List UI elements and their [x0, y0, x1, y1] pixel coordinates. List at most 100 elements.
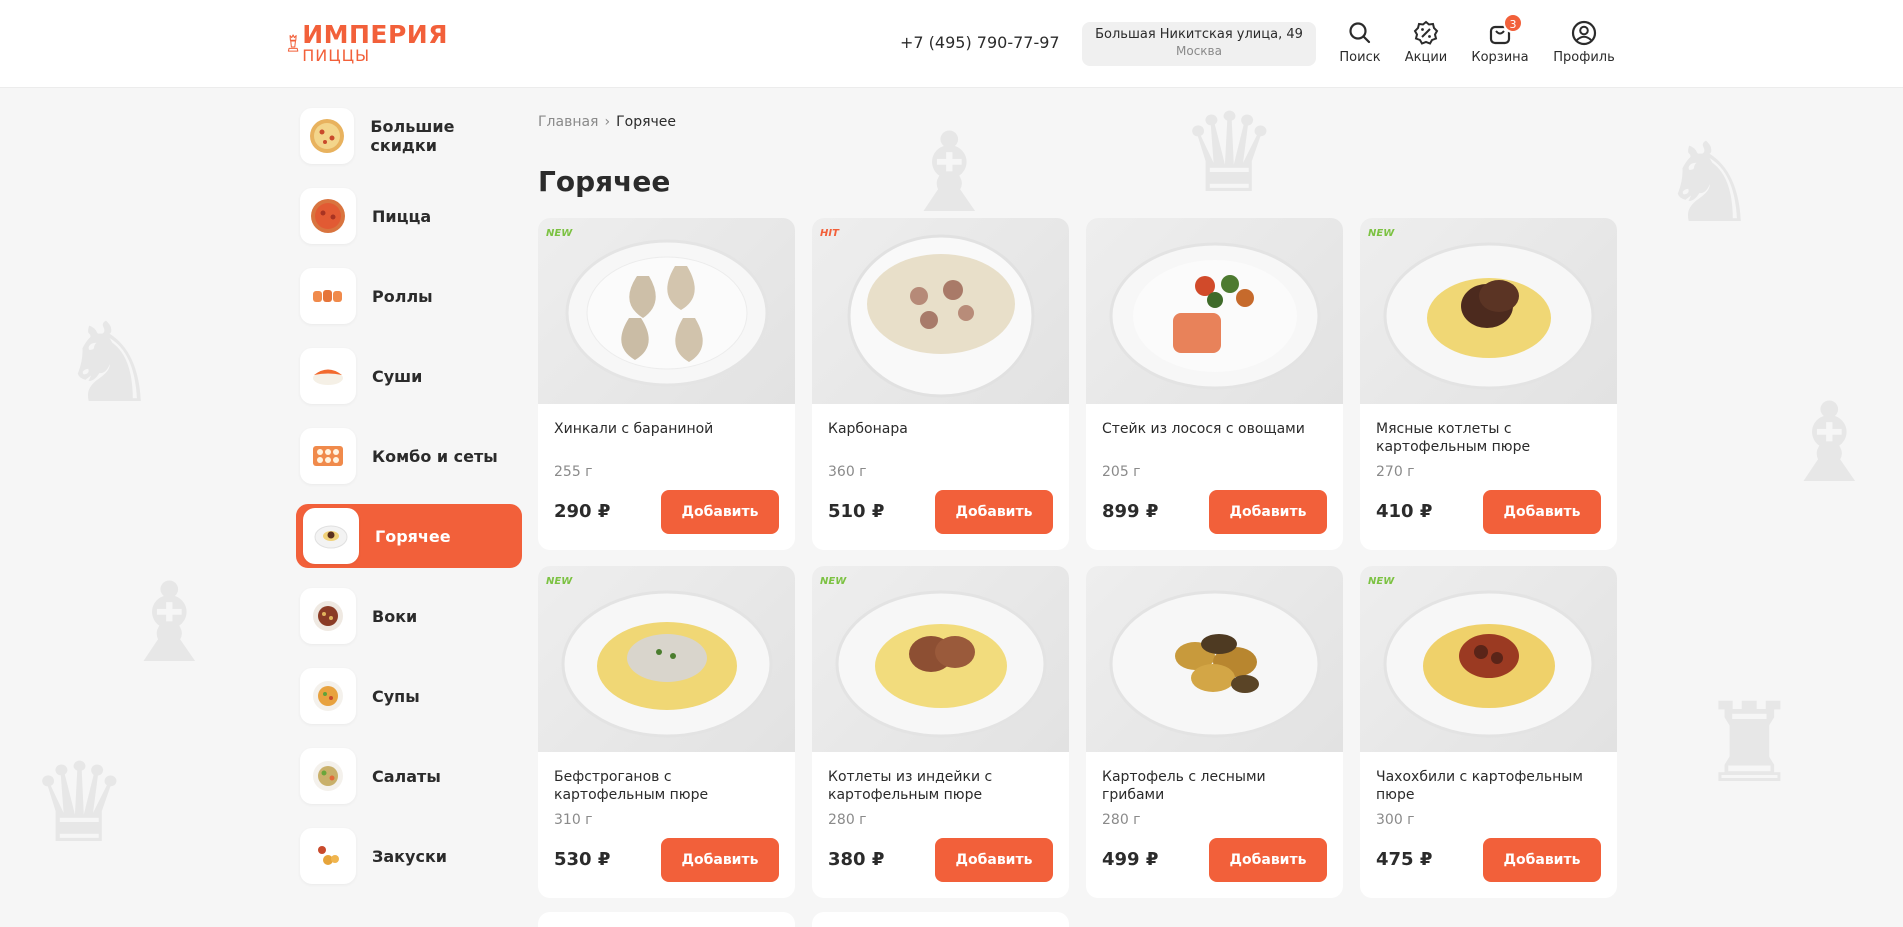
product-card[interactable]: NEW Хинкали с бараниной 255 г 290 ₽ Доба… [538, 218, 795, 550]
sidebar-item-snacks[interactable]: Закуски [296, 824, 522, 888]
cutlet-dish-image [1383, 242, 1594, 390]
sidebar-item-woks[interactable]: Воки [296, 584, 522, 648]
product-weight: 255 г [554, 464, 593, 480]
salmon-dish-image [1109, 242, 1320, 390]
product-card[interactable]: NEW Мясные котлеты с картофельным пюре 2… [1360, 218, 1617, 550]
chess-king-logo-icon [287, 34, 299, 52]
product-card-partial[interactable] [812, 912, 1069, 927]
stroganoff-dish-image [561, 590, 772, 738]
product-photo [1086, 566, 1343, 752]
pizza-icon [300, 188, 356, 244]
product-price: 510 ₽ [828, 501, 885, 522]
sidebar-item-combo[interactable]: Комбо и сеты [296, 424, 522, 488]
site-header: ИМПЕРИЯ ПИЦЦЫ +7 (495) 790-77-97 Большая… [0, 0, 1903, 88]
product-card[interactable]: NEW Чахохбили с картофельным пюре 300 г … [1360, 566, 1617, 898]
page-title: Горячее [538, 165, 671, 198]
breadcrumb: Главная › Горячее [538, 114, 676, 130]
add-to-cart-button[interactable]: Добавить [661, 490, 779, 534]
product-weight: 280 г [828, 812, 867, 828]
potato-dish-image [1109, 590, 1320, 738]
sidebar-item-big-discounts[interactable]: Большие скидки [296, 104, 522, 168]
cart-count-badge: 3 [1503, 13, 1523, 33]
product-name: Бефстроганов с картофельным пюре [554, 769, 709, 803]
product-card[interactable]: HIT Карбонара 360 г 510 ₽ Добавить [812, 218, 1069, 550]
add-to-cart-button[interactable]: Добавить [661, 838, 779, 882]
product-name: Чахохбили с картофельным пюре [1376, 769, 1583, 803]
product-price: 380 ₽ [828, 849, 885, 870]
product-photo [1360, 566, 1617, 752]
product-card[interactable]: Картофель с лесными грибами 280 г 499 ₽ … [1086, 566, 1343, 898]
product-price: 899 ₽ [1102, 501, 1159, 522]
product-weight: 270 г [1376, 464, 1415, 480]
user-profile-icon [1571, 20, 1597, 46]
address-street: Большая Никитская улица, 49 [1095, 27, 1303, 42]
discount-badge-icon [1413, 20, 1439, 45]
pasta-dish-image [847, 234, 1034, 398]
product-grid: NEW Хинкали с бараниной 255 г 290 ₽ Доба… [538, 218, 1617, 898]
product-badge: NEW [1368, 228, 1395, 239]
product-badge: HIT [820, 228, 839, 239]
wok-icon [300, 588, 356, 644]
sidebar-item-soups[interactable]: Супы [296, 664, 522, 728]
product-name: Стейк из лосося с овощами [1102, 421, 1305, 437]
product-card[interactable]: NEW Котлеты из индейки с картофельным пю… [812, 566, 1069, 898]
khinkali-dish-image [565, 239, 768, 387]
product-card-partial[interactable] [538, 912, 795, 927]
phone-number[interactable]: +7 (495) 790-77-97 [900, 33, 1060, 52]
add-to-cart-button[interactable]: Добавить [935, 838, 1053, 882]
product-name: Мясные котлеты с картофельным пюре [1376, 421, 1531, 455]
product-photo [1360, 218, 1617, 404]
product-photo [1086, 218, 1343, 404]
brand-subtitle: ПИЦЦЫ [302, 46, 371, 65]
product-weight: 310 г [554, 812, 593, 828]
product-photo [538, 566, 795, 752]
delivery-address-selector[interactable]: Большая Никитская улица, 49 Москва [1082, 22, 1316, 66]
pizza-icon [300, 108, 355, 164]
add-to-cart-button[interactable]: Добавить [1483, 490, 1601, 534]
product-weight: 205 г [1102, 464, 1141, 480]
product-weight: 360 г [828, 464, 867, 480]
rolls-icon [300, 268, 356, 324]
chakhokhbili-dish-image [1383, 590, 1594, 738]
product-name: Хинкали с бараниной [554, 421, 714, 437]
product-price: 475 ₽ [1376, 849, 1433, 870]
add-to-cart-button[interactable]: Добавить [1483, 838, 1601, 882]
product-price: 410 ₽ [1376, 501, 1433, 522]
nav-profile[interactable]: Профиль [1552, 20, 1616, 65]
product-price: 499 ₽ [1102, 849, 1159, 870]
snacks-icon [300, 828, 356, 884]
nav-search[interactable]: Поиск [1339, 20, 1381, 65]
product-photo [812, 218, 1069, 404]
product-card[interactable]: Стейк из лосося с овощами 205 г 899 ₽ До… [1086, 218, 1343, 550]
sushi-icon [300, 348, 356, 404]
salad-icon [300, 748, 356, 804]
hot-dish-icon [303, 508, 359, 564]
sidebar-item-rolls[interactable]: Роллы [296, 264, 522, 328]
product-price: 290 ₽ [554, 501, 611, 522]
category-sidebar: Большие скидки Пицца Роллы Суши Комбо и … [296, 104, 522, 904]
product-badge: NEW [820, 576, 847, 587]
combo-icon [300, 428, 356, 484]
add-to-cart-button[interactable]: Добавить [935, 490, 1053, 534]
add-to-cart-button[interactable]: Добавить [1209, 838, 1327, 882]
turkey-dish-image [835, 590, 1046, 738]
nav-cart[interactable]: 3 Корзина [1471, 13, 1529, 65]
sidebar-item-pizza[interactable]: Пицца [296, 184, 522, 248]
product-card[interactable]: NEW Бефстроганов с картофельным пюре 310… [538, 566, 795, 898]
sidebar-item-hot[interactable]: Горячее [296, 504, 522, 568]
product-name: Карбонара [828, 421, 908, 437]
product-badge: NEW [546, 576, 573, 587]
product-name: Котлеты из индейки с картофельным пюре [828, 769, 993, 803]
sidebar-item-salads[interactable]: Салаты [296, 744, 522, 808]
brand-logo[interactable]: ИМПЕРИЯ ПИЦЦЫ [286, 14, 448, 72]
sidebar-item-sushi[interactable]: Суши [296, 344, 522, 408]
product-weight: 280 г [1102, 812, 1141, 828]
breadcrumb-home-link[interactable]: Главная [538, 114, 598, 130]
product-price: 530 ₽ [554, 849, 611, 870]
product-badge: NEW [546, 228, 573, 239]
chevron-right-icon: › [604, 114, 611, 130]
add-to-cart-button[interactable]: Добавить [1209, 490, 1327, 534]
brand-name: ИМПЕРИЯ [302, 20, 448, 49]
product-photo [538, 218, 795, 404]
nav-promos[interactable]: Акции [1403, 20, 1449, 65]
